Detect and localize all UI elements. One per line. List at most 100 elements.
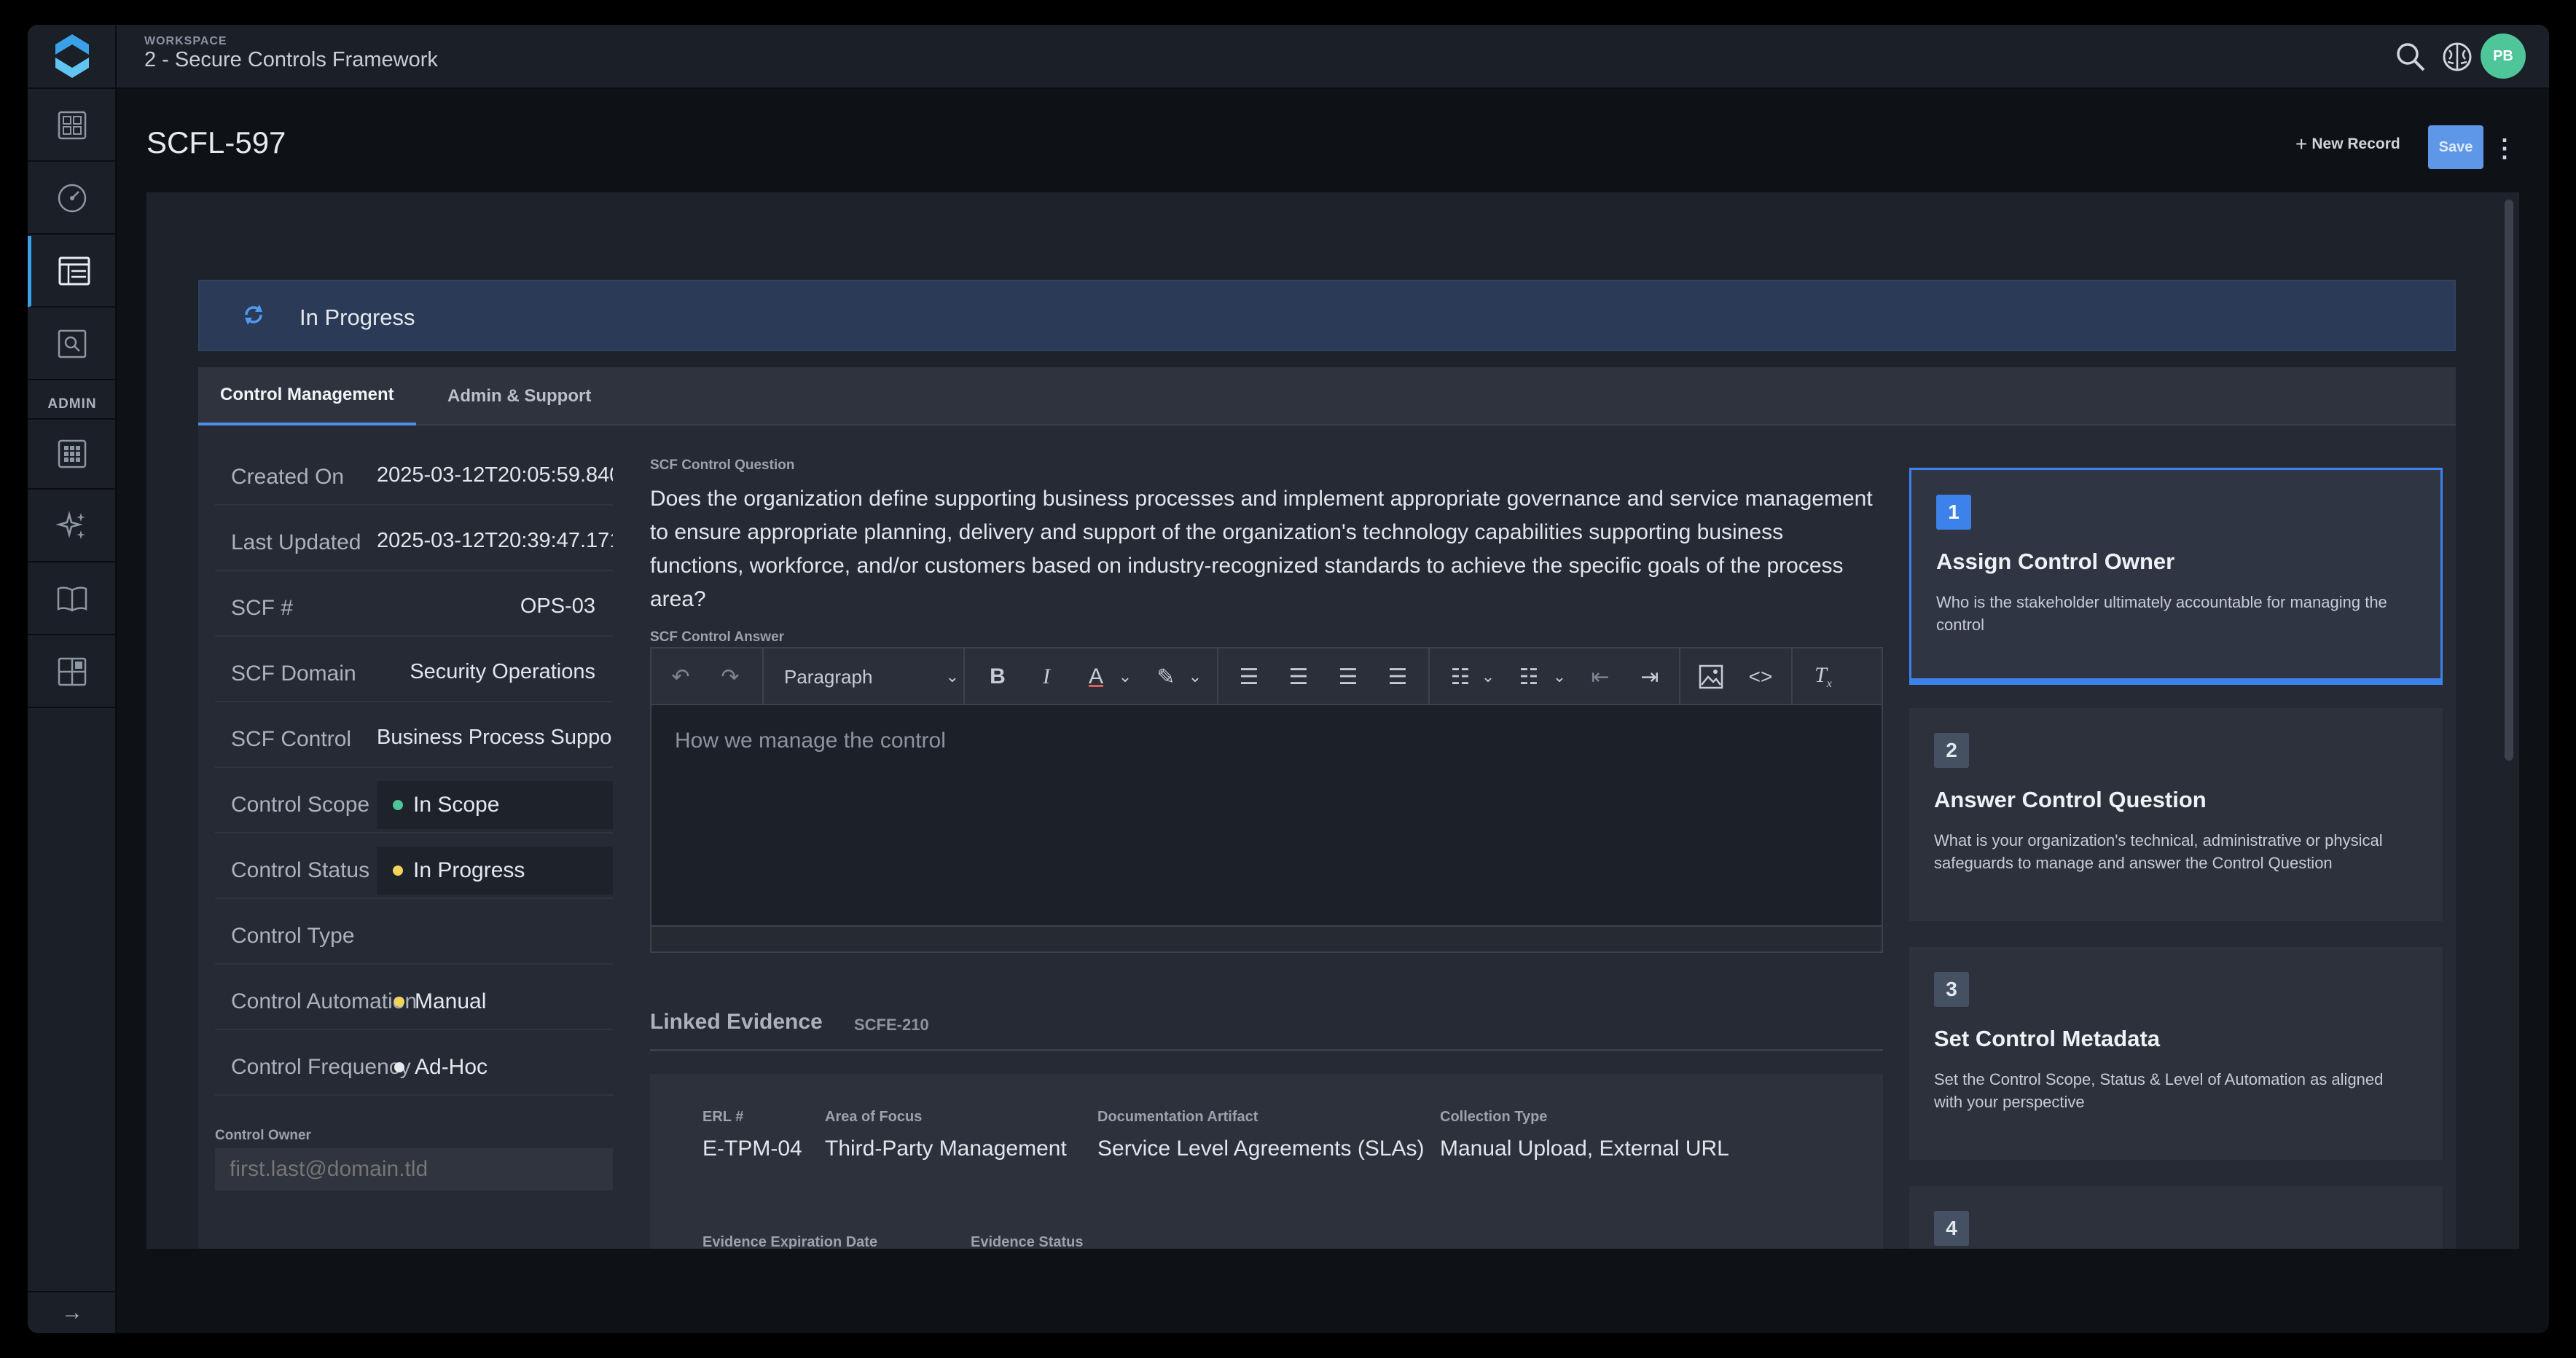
app-window: ADMIN → WORKSPACE 2 - Secure Controls Fr… (28, 25, 2549, 1333)
align-center-button[interactable]: ☰ (1277, 648, 1320, 705)
step-title: Assign Control Owner (1936, 549, 2175, 574)
code-button[interactable]: <> (1739, 648, 1782, 705)
control-frequency-row: Control Frequency Ad-Hoc (215, 1030, 613, 1096)
text-color-button[interactable]: A (1074, 648, 1118, 705)
control-scope-value: In Scope (413, 793, 500, 817)
kebab-icon: ⋮ (2492, 135, 2517, 162)
step-number: 2 (1934, 733, 1969, 768)
step-number: 1 (1936, 495, 1971, 530)
image-icon (1699, 664, 1723, 689)
italic-button[interactable]: I (1025, 648, 1068, 705)
align-left-button[interactable]: ☰ (1227, 648, 1271, 705)
undo-button[interactable]: ↶ (659, 648, 702, 705)
highlight-dropdown[interactable]: ⌄ (1182, 648, 1208, 705)
book-icon (57, 586, 87, 612)
rich-text-editor[interactable]: ↶ ↷ Paragraph ⌄ B I A ⌄ ✎ ⌄ ☰ ☰ ☰ ☰ ☷ ⌄ … (650, 647, 1883, 953)
chevron-down-icon: ⌄ (945, 667, 959, 686)
block-format-value: Paragraph (784, 665, 873, 688)
control-status-label: Control Status (231, 858, 370, 882)
nav-layout[interactable] (28, 637, 117, 708)
highlighter-icon: ✎ (1156, 664, 1175, 689)
step-card[interactable]: 1 Assign Control Owner Who is the stakeh… (1909, 468, 2443, 680)
step-card[interactable]: 2 Answer Control Question What is your o… (1909, 708, 2443, 921)
control-frequency-select[interactable]: Ad-Hoc (394, 1043, 613, 1091)
automation-dot (394, 997, 404, 1007)
toolbar-divider (1679, 648, 1680, 705)
linked-evidence-id[interactable]: SCFE-210 (854, 1016, 929, 1035)
clear-formatting-button[interactable]: Tx (1801, 648, 1845, 705)
chevron-down-icon: ⌄ (1552, 667, 1567, 686)
step-card[interactable]: 3 Set Control Metadata Set the Control S… (1909, 947, 2443, 1160)
nav-records[interactable] (28, 236, 117, 307)
scf-domain-row: SCF Domain Security Operations (215, 637, 613, 702)
insert-image-button[interactable] (1689, 648, 1733, 705)
scrollbar-thumb[interactable] (2505, 200, 2513, 761)
control-type-row: Control Type (215, 899, 613, 965)
record-content: In Progress Control Management Admin & S… (146, 192, 2519, 1249)
tab-admin-support[interactable]: Admin & Support (426, 367, 613, 425)
bold-button[interactable]: B (976, 648, 1019, 705)
new-record-button[interactable]: + New Record (2295, 133, 2400, 156)
numbered-list-dropdown[interactable]: ⌄ (1546, 648, 1573, 705)
redo-button[interactable]: ↷ (708, 648, 752, 705)
nav-library[interactable] (28, 564, 117, 635)
highlight-button[interactable]: ✎ (1144, 648, 1188, 705)
workspace-name[interactable]: 2 - Secure Controls Framework (144, 48, 438, 72)
nav-admin-apps[interactable] (28, 418, 117, 490)
more-options-button[interactable]: ⋮ (2492, 127, 2517, 170)
control-type-label: Control Type (231, 924, 355, 948)
italic-icon: I (1043, 664, 1050, 688)
nav-metrics[interactable] (28, 163, 117, 235)
control-automation-row: Control Automation Manual (215, 965, 613, 1030)
clear-formatting-icon: Tx (1814, 663, 1832, 690)
step-description: Set the Control Scope, Status & Level of… (1934, 1070, 2384, 1111)
text-color-icon: A (1088, 664, 1103, 688)
block-format-select[interactable]: Paragraph ⌄ (777, 648, 974, 705)
documentation-artifact-label: Documentation Artifact (1097, 1109, 1258, 1125)
text-color-dropdown[interactable]: ⌄ (1112, 648, 1138, 705)
ai-assistant-button[interactable] (2438, 38, 2476, 76)
sync-icon (245, 305, 262, 325)
step-card[interactable]: 4 (1909, 1186, 2443, 1249)
control-status-select[interactable]: In Progress (377, 847, 613, 895)
control-automation-select[interactable]: Manual (394, 978, 613, 1026)
code-icon: <> (1748, 665, 1773, 688)
control-owner-input[interactable] (215, 1148, 613, 1190)
indent-button[interactable]: ⇥ (1628, 648, 1672, 705)
justify-button[interactable]: ☰ (1376, 648, 1420, 705)
nav-ai[interactable] (28, 491, 117, 562)
control-scope-select[interactable]: In Scope (377, 781, 613, 829)
save-button[interactable]: Save (2428, 125, 2483, 169)
created-on-label: Created On (231, 465, 345, 489)
control-scope-label: Control Scope (231, 793, 370, 817)
editor-status-bar (651, 925, 1882, 951)
chevron-down-icon: ⌄ (1118, 667, 1132, 686)
collection-type-label: Collection Type (1440, 1109, 1548, 1125)
step-description: What is your organization's technical, a… (1934, 831, 2383, 872)
expand-sidebar-button[interactable]: → (28, 1291, 117, 1333)
nav-search[interactable] (28, 309, 117, 380)
scope-status-dot (393, 800, 403, 810)
new-record-label: New Record (2311, 136, 2400, 152)
evidence-card[interactable]: ERL # E-TPM-04 Area of Focus Third-Party… (650, 1074, 1883, 1249)
control-automation-label: Control Automation (231, 989, 418, 1013)
tab-control-management[interactable]: Control Management (198, 367, 416, 425)
align-right-button[interactable]: ☰ (1326, 648, 1370, 705)
table-icon (58, 256, 90, 286)
control-status-row: Control Status In Progress (215, 833, 613, 899)
erl-label: ERL # (702, 1109, 744, 1125)
evidence-status-label: Evidence Status (971, 1234, 1084, 1249)
step-description: Who is the stakeholder ultimately accoun… (1936, 593, 2387, 634)
bullet-list-dropdown[interactable]: ⌄ (1475, 648, 1501, 705)
scf-control-row: SCF Control Business Process Support (215, 702, 613, 768)
outdent-button[interactable]: ⇤ (1578, 648, 1622, 705)
apps-icon (58, 439, 87, 468)
search-icon (2397, 43, 2425, 71)
step-title: Answer Control Question (1934, 787, 2207, 812)
nav-dashboard[interactable] (28, 90, 117, 162)
user-avatar[interactable]: PB (2481, 34, 2526, 79)
created-on-row: Created On 2025-03-12T20:05:59.840 (215, 440, 613, 506)
search-button[interactable] (2392, 38, 2430, 76)
app-logo[interactable] (28, 25, 117, 89)
numbered-list-button[interactable]: ☷ (1507, 648, 1551, 705)
